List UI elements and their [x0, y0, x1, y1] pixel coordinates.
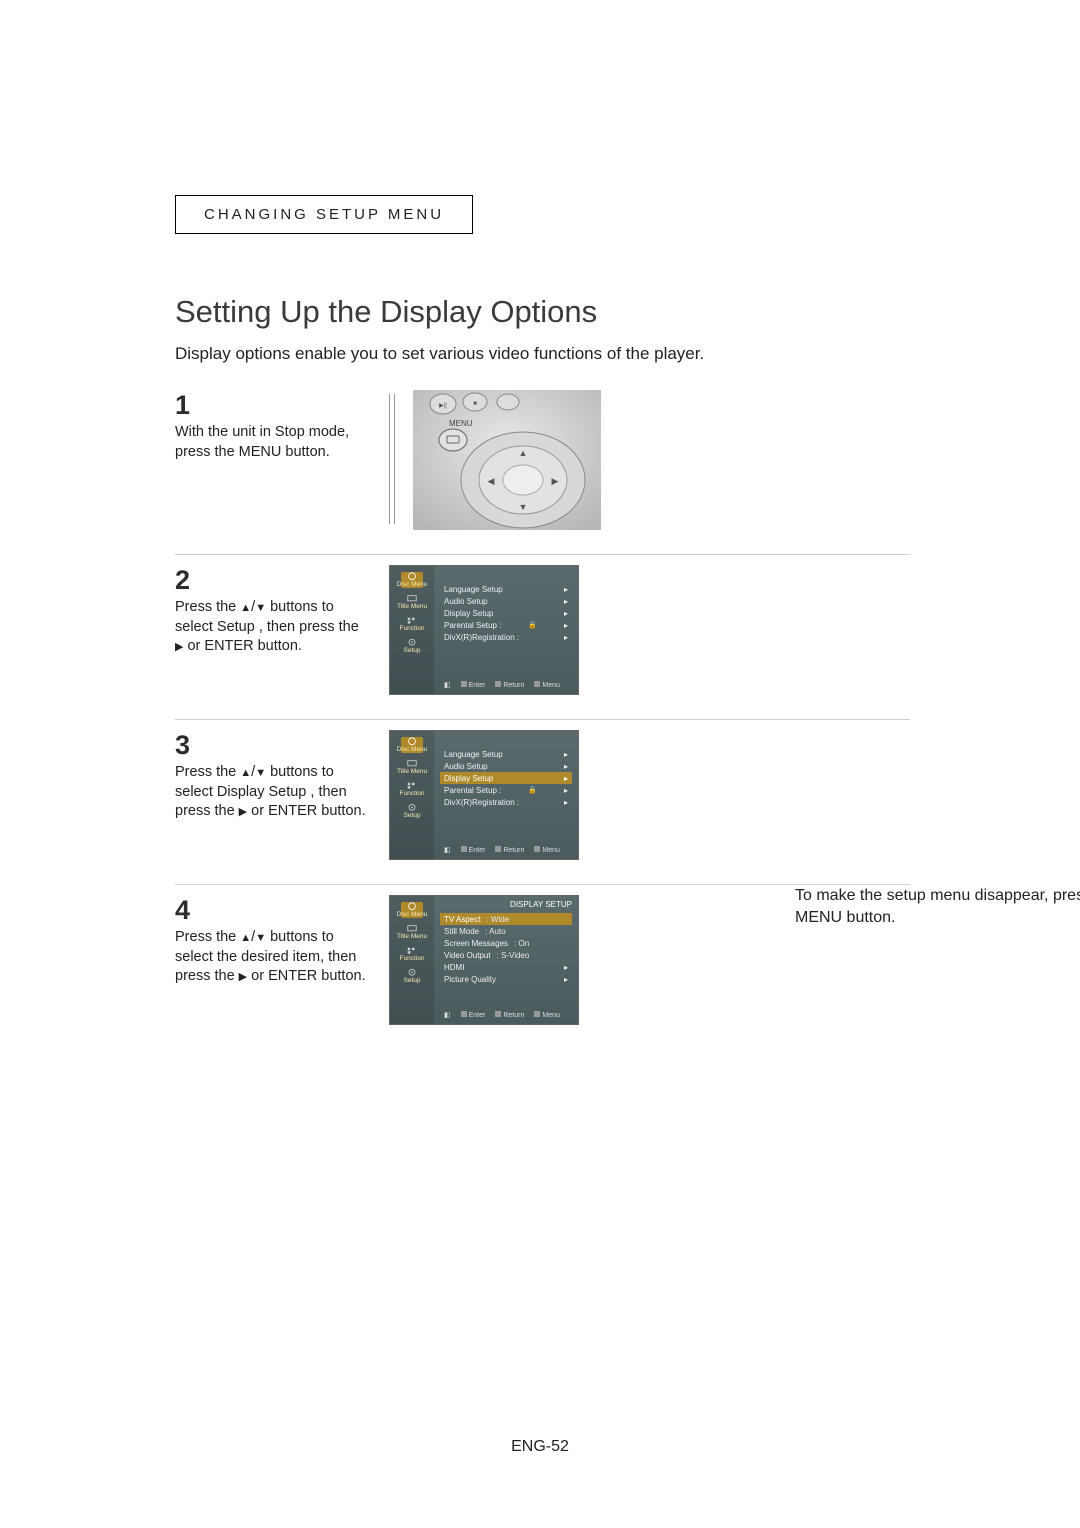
section-header: CHANGING SETUP MENU — [175, 195, 473, 234]
closing-note: To make the setup menu disappear, press … — [795, 885, 1080, 928]
menu-row-divx: DivX(R)Registration :▸ — [440, 796, 572, 808]
title-menu-icon: Title Menu — [401, 924, 423, 940]
osd-sidebar: Disc Menu Title Menu Function Setup — [390, 731, 434, 859]
osd-setup-menu-display-hl: Disc Menu Title Menu Function Setup Lang… — [389, 730, 579, 860]
row-tv-aspect-highlighted: TV Aspect: Wide — [440, 913, 572, 925]
menu-label: MENU — [449, 419, 473, 428]
setup-icon: Setup — [401, 638, 423, 654]
svg-text:▶||: ▶|| — [439, 403, 447, 409]
row-video-output: Video Output: S-Video — [440, 949, 572, 961]
step-number: 4 — [175, 895, 367, 926]
page-number: ENG-52 — [0, 1438, 1080, 1456]
lock-icon: 🔒 — [528, 621, 537, 629]
function-icon: Function — [401, 616, 423, 632]
row-still-mode: Still Mode: Auto — [440, 925, 572, 937]
up-icon — [240, 599, 251, 615]
up-icon — [240, 929, 251, 945]
osd-sidebar: Disc Menu Title Menu Function Setup — [390, 896, 434, 1024]
osd-display-setup: Disc Menu Title Menu Function Setup DISP… — [389, 895, 579, 1025]
svg-text:▶: ▶ — [552, 476, 559, 486]
svg-text:■: ■ — [473, 401, 477, 407]
menu-row-audio: Audio Setup▸ — [440, 595, 572, 607]
disc-menu-icon: Disc Menu — [401, 902, 423, 918]
title-menu-icon: Title Menu — [401, 594, 423, 610]
osd-sidebar: Disc Menu Title Menu Function Setup — [390, 566, 434, 694]
right-icon — [239, 803, 247, 819]
osd-setup-menu: Disc Menu Title Menu Function Setup Lang… — [389, 565, 579, 695]
svg-text:▲: ▲ — [519, 448, 528, 458]
row-hdmi: HDMI▸ — [440, 961, 572, 973]
function-icon: Function — [401, 781, 423, 797]
osd-footer: ◧ Enter Return Menu — [440, 1008, 572, 1022]
svg-text:▼: ▼ — [519, 502, 528, 512]
step-3: 3 Press the / buttons to select Display … — [175, 719, 910, 874]
step-1: 1 With the unit in Stop mode, press the … — [175, 380, 910, 544]
menu-row-display-highlighted: Display Setup▸ — [440, 772, 572, 784]
menu-row-parental: Parental Setup :🔒▸ — [440, 784, 572, 796]
menu-row-display: Display Setup▸ — [440, 607, 572, 619]
down-icon — [255, 764, 266, 780]
step-text: With the unit in Stop mode, press the ME… — [175, 423, 367, 462]
menu-row-audio: Audio Setup▸ — [440, 760, 572, 772]
step-text: Press the / buttons to select the desire… — [175, 928, 367, 987]
step-number: 1 — [175, 390, 367, 421]
step-2: 2 Press the / buttons to select Setup , … — [175, 554, 910, 709]
page-title: Setting Up the Display Options — [175, 294, 910, 330]
osd-title: DISPLAY SETUP — [440, 900, 572, 910]
title-menu-icon: Title Menu — [401, 759, 423, 775]
disc-menu-icon: Disc Menu — [401, 737, 423, 753]
setup-icon: Setup — [401, 803, 423, 819]
step-text: Press the / buttons to select Setup , th… — [175, 598, 367, 657]
menu-row-parental: Parental Setup :🔒▸ — [440, 619, 572, 631]
row-screen-messages: Screen Messages: On — [440, 937, 572, 949]
osd-footer: ◧ Enter Return Menu — [440, 678, 572, 692]
menu-row-language: Language Setup▸ — [440, 748, 572, 760]
step-number: 2 — [175, 565, 367, 596]
remote-illustration: ▶|| ■ MENU ▲ ▼ ◀ ▶ — [413, 390, 601, 530]
svg-text:◀: ◀ — [488, 476, 495, 486]
setup-icon: Setup — [401, 968, 423, 984]
step-number: 3 — [175, 730, 367, 761]
intro-text: Display options enable you to set variou… — [175, 344, 910, 364]
down-icon — [255, 599, 266, 615]
menu-row-language: Language Setup▸ — [440, 583, 572, 595]
menu-row-divx: DivX(R)Registration :▸ — [440, 631, 572, 643]
row-picture-quality: Picture Quality▸ — [440, 973, 572, 985]
osd-footer: ◧ Enter Return Menu — [440, 843, 572, 857]
disc-menu-icon: Disc Menu — [401, 572, 423, 588]
step-text: Press the / buttons to select Display Se… — [175, 763, 367, 822]
right-icon — [239, 968, 247, 984]
down-icon — [255, 929, 266, 945]
lock-icon: 🔒 — [528, 786, 537, 794]
up-icon — [240, 764, 251, 780]
function-icon: Function — [401, 946, 423, 962]
vertical-separator — [389, 394, 395, 524]
step-4: 4 Press the / buttons to select the desi… — [175, 884, 910, 1039]
